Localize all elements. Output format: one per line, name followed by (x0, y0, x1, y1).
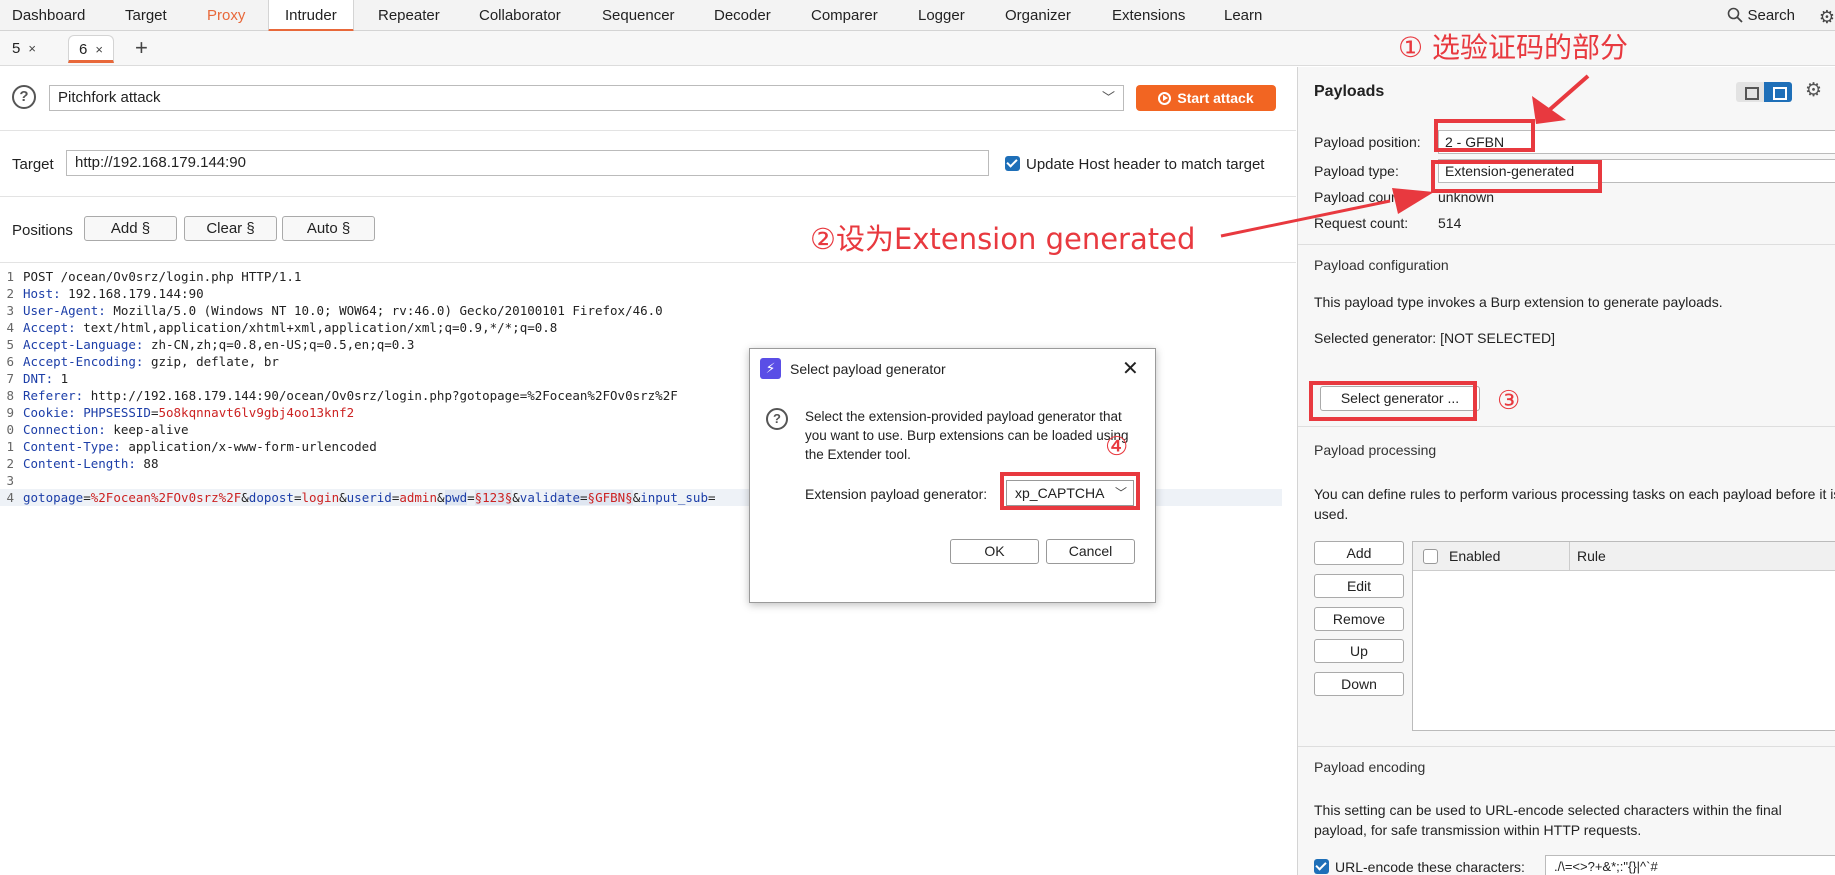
divider (0, 130, 1296, 131)
global-search[interactable]: Search (1727, 0, 1795, 31)
edit-rule-button[interactable]: Edit (1314, 574, 1404, 598)
checkbox-checked-icon[interactable] (1005, 156, 1020, 171)
selected-generator-text: Selected generator: [NOT SELECTED] (1314, 330, 1555, 346)
clear-marker-button[interactable]: Clear § (184, 216, 277, 241)
payload-encoding-text: This setting can be used to URL-encode s… (1314, 802, 1782, 838)
table-header: Enabled Rule (1413, 542, 1835, 571)
attack-type-value: Pitchfork attack (58, 89, 161, 106)
target-label: Target (12, 156, 54, 173)
generator-label: Extension payload generator: (805, 486, 988, 502)
column-rule[interactable]: Rule (1577, 548, 1606, 564)
close-icon[interactable]: × (28, 41, 36, 56)
dialog-message: Select the extension-provided payload ge… (805, 409, 1129, 462)
remove-rule-button[interactable]: Remove (1314, 607, 1404, 631)
positions-label: Positions (12, 222, 73, 239)
payloads-title: Payloads (1314, 83, 1385, 100)
select-all-checkbox[interactable] (1423, 549, 1438, 564)
burp-logo-icon: ⚡ (760, 358, 781, 379)
payload-configuration-title: Payload configuration (1314, 257, 1449, 273)
add-marker-button[interactable]: Add § (84, 216, 177, 241)
annotation-box-position (1434, 119, 1535, 152)
menu-organizer[interactable]: Organizer (1005, 0, 1071, 31)
payload-configuration-text: This payload type invokes a Burp extensi… (1314, 294, 1723, 310)
divider (0, 196, 1296, 197)
divider (1298, 746, 1835, 747)
ok-button[interactable]: OK (950, 539, 1039, 564)
search-label: Search (1747, 7, 1795, 24)
divider (1298, 244, 1835, 245)
tab-label: 5 (12, 40, 21, 57)
target-url-input[interactable]: http://192.168.179.144:90 (66, 150, 989, 176)
tab-label: 6 (79, 41, 88, 58)
url-encode-chars-input[interactable]: ./\=<>?+&*;:"{}|^`# (1545, 855, 1835, 875)
url-encode-label: URL-encode these characters: (1335, 859, 1525, 875)
update-host-label: Update Host header to match target (1026, 156, 1265, 173)
payload-encoding-title: Payload encoding (1314, 759, 1426, 775)
update-host-checkbox[interactable]: Update Host header to match target (1005, 156, 1264, 173)
gear-icon[interactable]: ⚙ (1805, 79, 1822, 102)
start-attack-button[interactable]: Start attack (1136, 85, 1276, 111)
url-encode-checkbox[interactable]: URL-encode these characters: (1314, 859, 1525, 875)
column-enabled[interactable]: Enabled (1449, 548, 1500, 564)
payload-processing-title: Payload processing (1314, 442, 1437, 458)
menu-comparer[interactable]: Comparer (811, 0, 878, 31)
payload-count-label: Payload count: (1314, 189, 1407, 205)
cancel-button[interactable]: Cancel (1046, 539, 1135, 564)
request-count-value: 514 (1438, 215, 1462, 231)
menu-extensions[interactable]: Extensions (1112, 0, 1185, 31)
help-icon[interactable]: ? (12, 85, 36, 109)
menu-collaborator[interactable]: Collaborator (479, 0, 561, 31)
payload-processing-text: You can define rules to perform various … (1314, 486, 1835, 522)
chevron-down-icon: ﹀ (1101, 90, 1115, 105)
question-icon: ? (766, 408, 788, 430)
annotation-step4: ④ (1105, 432, 1129, 462)
start-attack-label: Start attack (1177, 90, 1254, 106)
annotation-box-select-generator (1309, 381, 1477, 421)
close-icon[interactable]: ✕ (1122, 356, 1139, 381)
add-tab-icon[interactable]: + (135, 34, 148, 62)
attack-type-select[interactable]: Pitchfork attack ﹀ (49, 85, 1124, 111)
close-icon[interactable]: × (95, 42, 103, 57)
annotation-step2: ②设为Extension generated (810, 222, 1196, 256)
checkbox-checked-icon[interactable] (1314, 859, 1329, 874)
down-rule-button[interactable]: Down (1314, 672, 1404, 696)
dialog-title: Select payload generator (790, 361, 946, 377)
auto-marker-button[interactable]: Auto § (282, 216, 375, 241)
menu-intruder[interactable]: Intruder (268, 0, 354, 32)
play-icon (1158, 92, 1172, 105)
annotation-box-type (1431, 160, 1602, 193)
tab-6[interactable]: 6 × (68, 35, 114, 63)
up-rule-button[interactable]: Up (1314, 639, 1404, 663)
annotation-step1: ① 选验证码的部分 (1398, 31, 1629, 64)
menu-dashboard[interactable]: Dashboard (12, 0, 85, 31)
payload-type-label: Payload type: (1314, 163, 1399, 179)
add-rule-button[interactable]: Add (1314, 541, 1404, 565)
settings-gear-icon[interactable]: ⚙ (1819, 7, 1835, 28)
menu-target[interactable]: Target (125, 0, 167, 31)
layout-list-icon[interactable] (1736, 82, 1764, 102)
menu-learn[interactable]: Learn (1224, 0, 1262, 31)
menu-logger[interactable]: Logger (918, 0, 965, 31)
column-divider (1569, 542, 1570, 571)
menu-decoder[interactable]: Decoder (714, 0, 771, 31)
divider (1298, 426, 1835, 427)
annotation-step3: ③ (1497, 386, 1521, 416)
menu-sequencer[interactable]: Sequencer (602, 0, 675, 31)
search-icon (1728, 7, 1744, 23)
menu-repeater[interactable]: Repeater (378, 0, 440, 31)
menu-proxy[interactable]: Proxy (207, 0, 245, 31)
processing-rules-table[interactable]: Enabled Rule (1412, 541, 1835, 731)
annotation-box-generator (1000, 472, 1140, 510)
layout-toggle[interactable] (1736, 82, 1792, 102)
payload-position-label: Payload position: (1314, 134, 1421, 150)
request-count-label: Request count: (1314, 215, 1409, 231)
tab-5[interactable]: 5 × (2, 35, 46, 63)
layout-split-icon[interactable] (1764, 82, 1792, 102)
